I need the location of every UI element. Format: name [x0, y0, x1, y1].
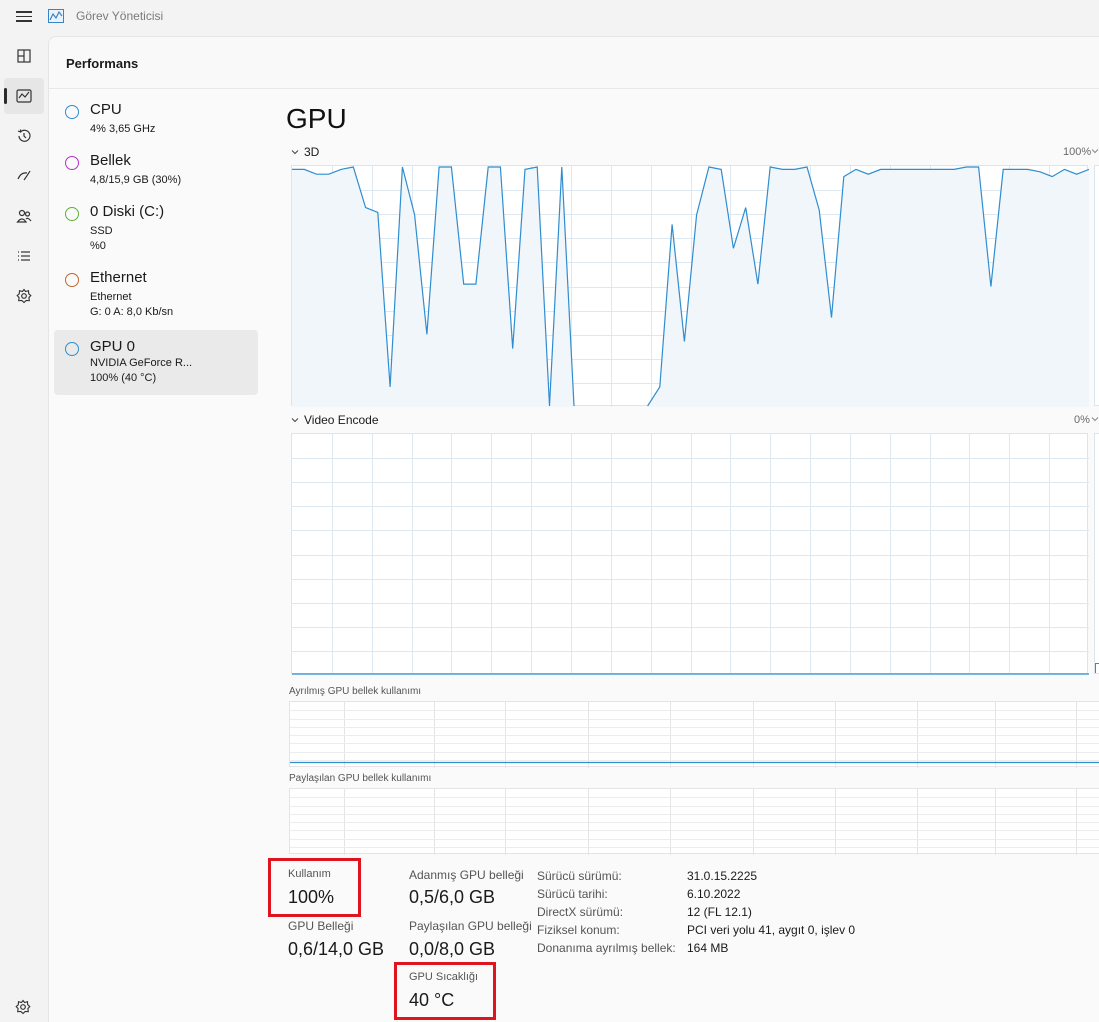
chart-3d-plot — [292, 166, 1089, 407]
info-value: 6.10.2022 — [687, 887, 741, 901]
nav-rail — [0, 36, 48, 1022]
info-value: PCI veri yolu 41, aygıt 0, işlev 0 — [687, 923, 856, 937]
gpu-mem-value: 0,6/14,0 GB — [288, 939, 385, 959]
gpu-mem-label: GPU Belleği — [288, 919, 354, 933]
temp-highlight-box — [394, 962, 496, 1020]
cpu-indicator-icon — [65, 105, 79, 119]
dedicated-value: 0,5/6,0 GB — [409, 887, 496, 907]
info-value: 164 MB — [687, 941, 729, 955]
device-detail: SSD — [90, 225, 113, 237]
chart-encode-plot — [292, 434, 1089, 675]
device-name: CPU — [90, 101, 122, 118]
usage-highlight-box — [268, 858, 361, 917]
chart-3d-area — [647, 167, 1089, 407]
device-detail: G: 0 A: 8,0 Kb/sn — [90, 306, 174, 318]
device-item-gpu[interactable]: GPU 0 NVIDIA GeForce R... 100% (40 °C) — [54, 330, 258, 395]
chart-3d-label[interactable]: 3D — [291, 145, 319, 159]
chart-encode-title: Video Encode — [304, 413, 379, 427]
device-item-disk[interactable]: 0 Diski (C:) SSD %0 — [54, 195, 258, 259]
app-history-icon[interactable] — [4, 118, 44, 154]
device-item-cpu[interactable]: CPU 4% 3,65 GHz — [54, 93, 258, 143]
chevron-down-icon[interactable] — [1091, 415, 1099, 423]
disk-indicator-icon — [65, 207, 79, 221]
gpu-indicator-icon — [65, 342, 79, 356]
main-panel: Performans CPU 4% 3,65 GHz Bellek 4,8/15… — [48, 36, 1099, 1022]
memory-indicator-icon — [65, 156, 79, 170]
chevron-down-icon — [291, 418, 299, 423]
shared-value: 0,0/8,0 GB — [409, 939, 496, 959]
chart-3d-max: 100% — [1063, 146, 1092, 158]
hamburger-menu-icon[interactable] — [14, 8, 34, 26]
performance-icon[interactable] — [4, 78, 44, 114]
chart-3d — [291, 165, 1089, 407]
info-value: 31.0.15.2225 — [687, 869, 758, 883]
device-item-memory[interactable]: Bellek 4,8/15,9 GB (30%) — [54, 144, 258, 194]
chart-encode-max: 0% — [1074, 414, 1090, 426]
chevron-down-icon[interactable] — [1091, 147, 1099, 155]
encode-secondary-line — [1095, 663, 1099, 673]
task-manager-logo-icon — [48, 9, 64, 23]
shared-mem-label: Paylaşılan GPU bellek kullanımı — [289, 773, 432, 784]
ethernet-indicator-icon — [65, 273, 79, 287]
shared-mem-graph — [289, 788, 1099, 855]
shared-label: Paylaşılan GPU belleği — [409, 919, 532, 933]
startup-icon[interactable] — [4, 158, 44, 194]
device-item-ethernet[interactable]: Ethernet Ethernet G: 0 A: 8,0 Kb/sn — [54, 261, 258, 325]
info-value: 12 (FL 12.1) — [687, 905, 752, 919]
chevron-down-icon — [291, 150, 299, 155]
panel-header: Performans — [49, 37, 1099, 89]
chart-3d-secondary — [1094, 165, 1099, 406]
device-detail: 100% (40 °C) — [90, 372, 157, 384]
app-title: Görev Yöneticisi — [76, 9, 164, 23]
dedicated-mem-plot — [290, 702, 1099, 768]
chart-3d-area — [292, 167, 574, 407]
device-detail: 4% 3,65 GHz — [90, 123, 156, 135]
users-icon[interactable] — [4, 198, 44, 234]
device-name: 0 Diski (C:) — [90, 203, 165, 220]
info-key: Sürücü sürümü: — [537, 869, 622, 883]
info-key: DirectX sürümü: — [537, 905, 624, 919]
services-icon[interactable] — [4, 278, 44, 314]
device-name: Ethernet — [90, 269, 147, 286]
shared-mem-plot — [290, 789, 1099, 855]
info-key: Donanıma ayrılmış bellek: — [537, 941, 676, 955]
chart-encode-secondary — [1094, 433, 1099, 674]
gpu-heading: GPU — [286, 103, 347, 134]
info-key: Fiziksel konum: — [537, 923, 620, 937]
dedicated-mem-graph — [289, 701, 1099, 768]
active-indicator — [4, 88, 7, 104]
chart-encode-label[interactable]: Video Encode — [291, 413, 379, 427]
device-detail: 4,8/15,9 GB (30%) — [90, 174, 182, 186]
details-icon[interactable] — [4, 238, 44, 274]
title-bar: Görev Yöneticisi — [0, 0, 1099, 36]
device-detail: Ethernet — [90, 291, 132, 303]
page-title: Performans — [66, 56, 139, 71]
dedicated-label: Adanmış GPU belleği — [409, 868, 524, 882]
processes-icon[interactable] — [4, 38, 44, 74]
chart-3d-title: 3D — [304, 145, 320, 159]
dedicated-mem-label: Ayrılmış GPU bellek kullanımı — [289, 686, 422, 697]
device-detail: %0 — [90, 240, 106, 252]
info-key: Sürücü tarihi: — [537, 887, 608, 901]
chart-encode — [291, 433, 1089, 675]
device-name: Bellek — [90, 152, 131, 169]
device-name: GPU 0 — [90, 338, 136, 355]
device-detail: NVIDIA GeForce R... — [90, 357, 193, 369]
settings-gear-icon[interactable] — [14, 998, 32, 1016]
